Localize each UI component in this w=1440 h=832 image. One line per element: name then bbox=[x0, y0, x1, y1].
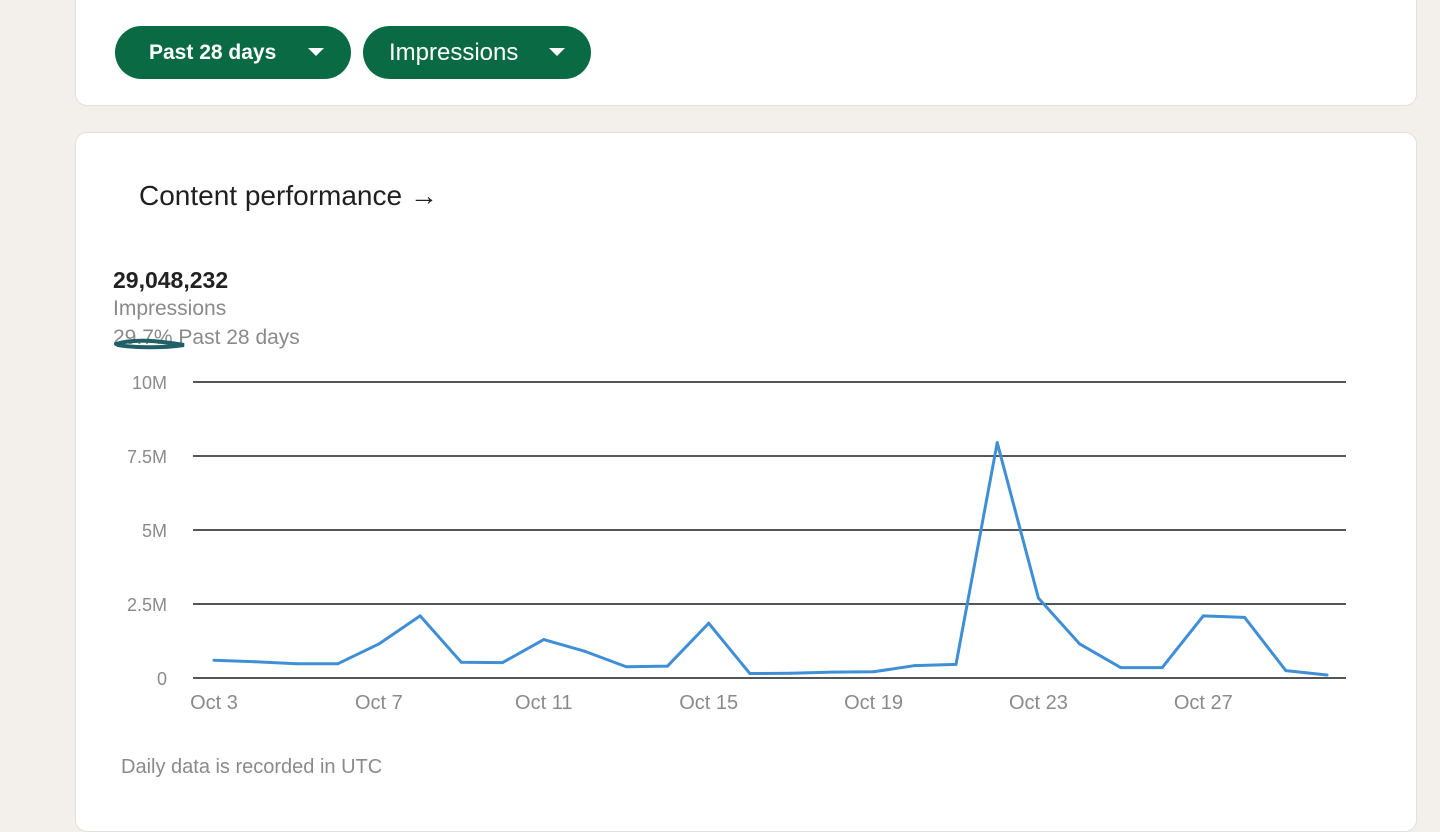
data-point[interactable] bbox=[377, 642, 381, 646]
utc-footnote: Daily data is recorded in UTC bbox=[121, 756, 383, 778]
x-tick-label: Oct 7 bbox=[355, 692, 403, 714]
data-point[interactable] bbox=[1325, 673, 1329, 677]
data-point[interactable] bbox=[542, 638, 546, 642]
data-point[interactable] bbox=[1078, 642, 1082, 646]
data-point[interactable] bbox=[212, 658, 216, 662]
x-axis-ticks: Oct 3 Oct 7 Oct 11 Oct 15 Oct 19 Oct 23 Oct 27 bbox=[190, 692, 1233, 714]
x-tick-label: Oct 11 bbox=[515, 692, 572, 714]
data-point[interactable] bbox=[665, 664, 669, 668]
data-point[interactable] bbox=[707, 621, 711, 625]
x-tick-label: Oct 15 bbox=[679, 692, 738, 714]
data-point[interactable] bbox=[1036, 596, 1040, 600]
data-point[interactable] bbox=[1284, 669, 1288, 673]
data-point[interactable] bbox=[1243, 615, 1247, 619]
x-tick-label: Oct 3 bbox=[190, 692, 238, 714]
data-point[interactable] bbox=[748, 672, 752, 676]
data-point[interactable] bbox=[459, 660, 463, 664]
y-tick-label: 0 bbox=[157, 669, 167, 689]
data-point[interactable] bbox=[872, 670, 876, 674]
data-point[interactable] bbox=[789, 671, 793, 675]
data-point[interactable] bbox=[1160, 666, 1164, 670]
impressions-series bbox=[212, 441, 1329, 677]
y-tick-label: 5M bbox=[142, 521, 167, 541]
y-tick-label: 10M bbox=[132, 373, 167, 393]
data-point[interactable] bbox=[583, 649, 587, 653]
data-point[interactable] bbox=[418, 614, 422, 618]
data-point[interactable] bbox=[954, 662, 958, 666]
data-point[interactable] bbox=[830, 670, 834, 674]
data-point[interactable] bbox=[294, 662, 298, 666]
x-tick-label: Oct 27 bbox=[1174, 692, 1233, 714]
data-point[interactable] bbox=[913, 664, 917, 668]
data-point[interactable] bbox=[1201, 614, 1205, 618]
data-point[interactable] bbox=[995, 441, 999, 445]
x-tick-label: Oct 23 bbox=[1009, 692, 1068, 714]
data-point[interactable] bbox=[336, 662, 340, 666]
x-tick-label: Oct 19 bbox=[844, 692, 903, 714]
y-tick-label: 2.5M bbox=[127, 595, 167, 615]
impressions-line-chart: 10M7.5M5M2.5M0 Oct 3 Oct 7 Oct 11 Oct 15 Oct… bbox=[127, 373, 1346, 714]
impressions-line bbox=[213, 441, 1328, 677]
data-point[interactable] bbox=[501, 661, 505, 665]
data-point[interactable] bbox=[253, 660, 257, 664]
y-tick-label: 7.5M bbox=[127, 447, 167, 467]
data-point[interactable] bbox=[1119, 666, 1123, 670]
y-axis-ticks: 10M 7.5M 5M 2.5M 0 bbox=[127, 373, 167, 689]
chart-gridlines bbox=[193, 381, 1346, 679]
data-point[interactable] bbox=[624, 665, 628, 669]
